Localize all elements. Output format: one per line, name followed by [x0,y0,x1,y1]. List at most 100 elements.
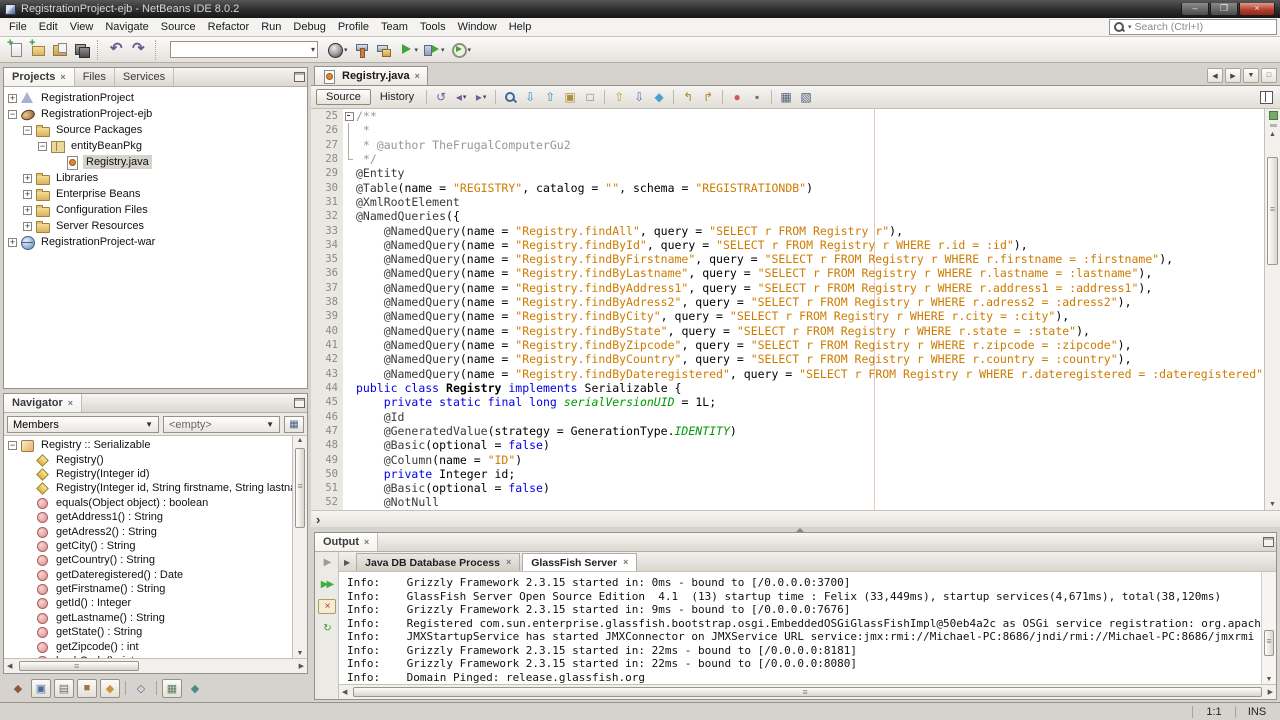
line-number[interactable]: 46 [311,409,343,424]
document-list-button[interactable]: ▼ [1243,68,1259,83]
line-number[interactable]: 50 [311,466,343,482]
line-number[interactable]: 49 [311,452,343,467]
line-number[interactable]: 40 [311,323,343,338]
find-selection-icon[interactable] [501,89,519,106]
show-public-members-filter[interactable]: ◆ [100,678,120,698]
code-line[interactable]: 29 @Entity [311,166,1264,181]
source-view-button[interactable]: Source [316,89,371,105]
line-number[interactable]: 41 [311,338,343,353]
code-line[interactable]: 48 @Basic(optional = false) [311,438,1264,453]
line-number[interactable]: 48 [311,438,343,453]
line-number[interactable]: 25 [311,109,343,124]
tree-item-registrationproject-ejb[interactable]: − RegistrationProject-ejb [4,106,307,122]
code-line[interactable]: 47 @GeneratedValue(strategy = Generation… [311,423,1264,439]
back-icon[interactable]: ◂ ▾ [452,89,470,106]
line-number[interactable]: 27 [311,137,343,152]
new-project-button[interactable] [27,37,48,61]
expander-icon[interactable]: + [23,189,32,199]
stop-server-icon[interactable]: × [317,599,336,614]
line-number[interactable]: 29 [311,166,343,181]
expander-icon[interactable]: − [23,125,32,135]
line-number[interactable]: 42 [311,352,343,367]
tree-item-libraries[interactable]: + Libraries [4,170,307,186]
tree-item-getdateregistered-date[interactable]: getDateregistered() : Date [4,568,292,582]
line-number[interactable]: 33 [311,223,343,238]
line-number[interactable]: 32 [311,209,343,224]
tree-item-getlastname-string[interactable]: getLastname() : String [4,611,292,625]
projects-tree[interactable]: + RegistrationProject − RegistrationProject… [4,87,307,388]
tree-item-getcountry-string[interactable]: getCountry() : String [4,553,292,567]
menu-edit[interactable]: Edit [33,19,64,35]
undo-button[interactable] [107,39,128,61]
scroll-documents-right-button[interactable]: ▶ [1225,68,1241,83]
minimize-panel-button[interactable] [291,394,307,412]
show-inherited-members-filter[interactable]: ◆ [8,679,28,698]
tree-item-getstate-string[interactable]: getState() : String [4,625,292,639]
scroll-up-icon[interactable]: ▲ [293,437,307,444]
restart-server-icon[interactable]: ▶ [318,555,336,570]
expander-icon[interactable]: − [38,141,47,151]
panel-splitter[interactable] [311,527,1280,532]
minimize-panel-button[interactable] [1260,533,1276,551]
breadcrumb[interactable]: › [311,510,1280,527]
editor-vertical-scrollbar[interactable]: ▲ ▼ [1264,109,1280,510]
debug-project-button[interactable]: ▾ [421,39,447,61]
toggle-rectangular-selection-icon[interactable]: □ [581,89,599,106]
code-line[interactable]: 39 @NamedQuery(name = "Registry.findByCi… [311,309,1264,324]
navigator-scope-select[interactable]: Members ▼ [7,416,159,433]
code-line[interactable]: 25 /** [311,109,1264,124]
code-editor[interactable]: 25/** 26 * 27 * @author TheFrugalComputerG… [311,109,1264,510]
code-line[interactable]: 28 */ [311,151,1264,167]
menu-refactor[interactable]: Refactor [202,19,256,35]
tab-files[interactable]: Files [75,68,115,86]
line-number[interactable]: 47 [311,423,343,439]
scroll-up-icon[interactable]: ▲ [1265,131,1280,138]
tab-services[interactable]: Services [115,68,175,86]
tree-item-getaddress1-string[interactable]: getAddress1() : String [4,510,292,524]
code-line[interactable]: 30 @Table(name = "REGISTRY", catalog = ""… [311,180,1264,195]
line-number[interactable]: 44 [311,380,343,396]
line-number[interactable]: 26 [311,123,343,138]
menu-team[interactable]: Team [375,19,414,35]
navigator-horizontal-scrollbar[interactable]: ◀ ▶ [4,658,307,673]
navigator-member-list[interactable]: − Registry :: Serializable Registry() Regis… [4,436,292,658]
open-project-button[interactable] [49,39,70,61]
line-number[interactable]: 28 [311,151,343,167]
menu-run[interactable]: Run [255,19,287,35]
stop-macro-recording-icon[interactable]: ● [728,89,746,106]
code-line[interactable]: 26 * [311,123,1264,138]
line-number[interactable]: 52 [311,495,343,510]
expander-icon[interactable]: + [23,173,32,183]
redo-button[interactable] [129,39,150,61]
run-project-button[interactable]: ▾ [395,39,421,61]
scrollbar-thumb[interactable] [295,448,305,528]
split-document-button[interactable] [1257,89,1275,105]
tree-item-getcity-string[interactable]: getCity() : String [4,539,292,553]
scroll-down-icon[interactable]: ▼ [293,650,307,657]
line-number[interactable]: 31 [311,194,343,210]
line-number[interactable]: 45 [311,395,343,410]
line-number[interactable]: 37 [311,280,343,296]
tree-item-configuration-files[interactable]: + Configuration Files [4,202,307,218]
tree-item-enterprise-beans[interactable]: + Enterprise Beans [4,186,307,202]
scroll-tabs-icon[interactable]: ▶ [342,558,354,571]
code-line[interactable]: 50 private Integer id; [311,466,1264,482]
sort-by-name-button[interactable]: ◇ [131,679,151,698]
close-icon[interactable]: × [364,537,369,547]
code-line[interactable]: 33 @NamedQuery(name = "Registry.findAll"… [311,223,1264,238]
save-all-button[interactable] [71,39,92,61]
line-number[interactable]: 35 [311,252,343,267]
show-fields-filter[interactable]: ▣ [31,678,51,698]
configuration-combo[interactable]: ▾ [170,41,318,58]
tree-item-registry-java[interactable]: Registry.java [4,154,307,170]
scroll-down-icon[interactable]: ▼ [1265,501,1280,508]
scroll-documents-left-button[interactable]: ◀ [1207,68,1223,83]
toggle-highlight-search-icon[interactable]: ▣ [561,89,579,106]
line-number[interactable]: 39 [311,309,343,324]
tab-navigator[interactable]: Navigator × [4,394,83,412]
tree-item-equals-object-object-boolean[interactable]: equals(Object object) : boolean [4,496,292,510]
close-icon[interactable]: × [623,558,628,567]
profile-project-button[interactable]: ▾ [448,39,474,61]
previous-bookmark-icon[interactable]: ⇧ [610,89,628,106]
expand-all-button[interactable]: ◆ [185,679,205,698]
